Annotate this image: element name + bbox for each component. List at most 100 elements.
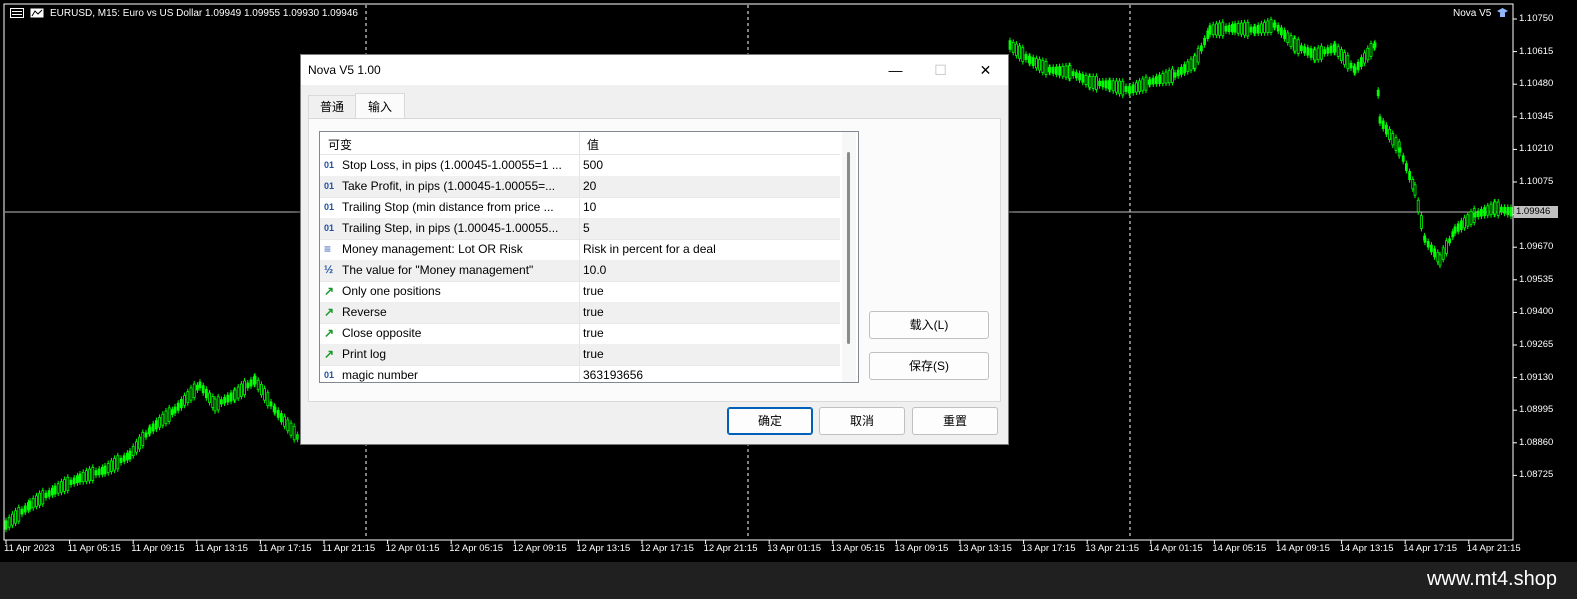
input-row[interactable]: 01 Trailing Stop (min distance from price… — [320, 197, 840, 219]
candle-body — [1333, 43, 1337, 53]
candle-body — [1028, 56, 1032, 64]
candle-body — [1316, 47, 1320, 61]
input-name: Money management: Lot OR Risk — [342, 242, 523, 256]
integer-type-icon: 01 — [324, 202, 335, 212]
cancel-button[interactable]: 取消 — [819, 407, 905, 435]
candle-body — [1306, 47, 1310, 56]
input-row[interactable]: ↗ Reverse true — [320, 302, 840, 324]
input-name: Only one positions — [342, 284, 441, 298]
ea-label[interactable]: Nova V5 — [1453, 8, 1491, 19]
save-button[interactable]: 保存(S) — [869, 352, 989, 380]
input-row[interactable]: ↗ Print log true — [320, 344, 840, 366]
input-value[interactable]: true — [583, 347, 604, 361]
double-type-icon: ½ — [324, 264, 334, 276]
input-row[interactable]: ½ The value for "Money management" 10.0 — [320, 260, 840, 282]
candle-body — [204, 388, 208, 399]
candle-body — [1233, 23, 1237, 33]
candle-body — [78, 473, 82, 483]
input-value[interactable]: true — [583, 326, 604, 340]
candle-body — [283, 416, 287, 427]
tab-common[interactable]: 普通 — [308, 95, 356, 119]
vertical-scrollbar[interactable] — [842, 132, 856, 382]
close-button[interactable]: ✕ — [963, 55, 1008, 85]
input-value[interactable]: 10.0 — [583, 263, 606, 277]
input-name: The value for "Money management" — [342, 263, 534, 277]
candle-body — [192, 383, 196, 398]
candle-body — [223, 396, 227, 404]
chart-type-icon[interactable] — [30, 8, 44, 21]
expert-hat-icon[interactable] — [1496, 7, 1509, 22]
dialog-titlebar[interactable]: Nova V5 1.00 — ☐ ✕ — [301, 55, 1008, 85]
input-value[interactable]: true — [583, 284, 604, 298]
candle-body — [1303, 46, 1306, 54]
input-value[interactable]: Risk in percent for a deal — [583, 242, 716, 256]
input-row[interactable]: 01 Stop Loss, in pips (1.00045-1.00055=1 … — [320, 155, 840, 177]
ok-button[interactable]: 确定 — [727, 407, 813, 435]
input-value[interactable]: 500 — [583, 158, 603, 172]
candle-body — [1363, 52, 1366, 64]
time-tick-label: 14 Apr 17:15 — [1403, 543, 1458, 554]
integer-type-icon: 01 — [324, 160, 335, 170]
time-tick-label: 12 Apr 21:15 — [703, 543, 758, 554]
input-value[interactable]: 5 — [583, 221, 590, 235]
candle-body — [41, 490, 45, 505]
candle-body — [138, 436, 142, 450]
price-tick-label: 1.08995 — [1519, 404, 1554, 416]
candle-body — [1224, 25, 1228, 32]
candle-body — [229, 392, 233, 402]
inputs-grid[interactable]: 可变 值 01 Stop Loss, in pips (1.00045-1.000… — [319, 131, 859, 383]
column-header-value[interactable]: 值 — [587, 136, 599, 153]
bool-type-icon: ↗ — [324, 284, 335, 298]
load-button[interactable]: 载入(L) — [869, 311, 989, 339]
symbol-menu-icon[interactable] — [10, 8, 24, 21]
candle-body — [1240, 22, 1243, 35]
candle-body — [1108, 80, 1112, 90]
candle-body — [1296, 39, 1300, 54]
input-value[interactable]: 20 — [583, 179, 596, 193]
input-value[interactable]: true — [583, 305, 604, 319]
input-value[interactable]: 363193656 — [583, 368, 643, 382]
time-tick-label: 11 Apr 21:15 — [322, 543, 376, 554]
input-row[interactable]: 01 magic number 363193656 — [320, 365, 840, 382]
candle-body — [1394, 137, 1398, 151]
candle-body — [1441, 247, 1445, 260]
time-tick-label: 14 Apr 21:15 — [1466, 543, 1521, 554]
time-tick-label: 11 Apr 09:15 — [131, 543, 185, 554]
candle-body — [1323, 49, 1326, 55]
price-tick-label: 1.09265 — [1519, 339, 1554, 350]
candle-body — [239, 383, 243, 397]
input-row[interactable]: ≡ Money management: Lot OR Risk Risk in pe… — [320, 239, 840, 261]
candle-body — [103, 465, 107, 475]
time-tick-label: 11 Apr 17:15 — [258, 543, 312, 554]
candle-body — [1309, 48, 1313, 58]
scrollbar-thumb[interactable] — [847, 152, 850, 344]
reset-button[interactable]: 重置 — [912, 407, 998, 435]
candle-body — [295, 434, 299, 440]
input-row[interactable]: 01 Trailing Step, in pips (1.00045-1.0005… — [320, 218, 840, 240]
candle-body — [1104, 80, 1108, 89]
minimize-button[interactable]: — — [873, 55, 918, 85]
time-tick-label: 13 Apr 13:15 — [958, 543, 1012, 554]
footer-bar: www.mt4.shop — [0, 562, 1577, 599]
input-row[interactable]: 01 Take Profit, in pips (1.00045-1.00055=… — [320, 176, 840, 198]
candle-body — [1064, 65, 1068, 78]
candle-body — [1411, 179, 1415, 190]
candle-body — [1088, 76, 1092, 88]
column-header-variable[interactable]: 可变 — [328, 136, 352, 153]
bool-type-icon: ↗ — [324, 347, 335, 361]
input-row[interactable]: ↗ Only one positions true — [320, 281, 840, 303]
candle-body — [1024, 54, 1028, 60]
candle-body — [1430, 244, 1433, 253]
candle-body — [1048, 67, 1052, 73]
tab-inputs[interactable]: 输入 — [355, 93, 405, 121]
price-tick-label: 1.08725 — [1519, 469, 1554, 481]
candle-body — [1078, 73, 1081, 81]
candle-body — [1391, 133, 1395, 146]
input-row[interactable]: ↗ Close opposite true — [320, 323, 840, 345]
candle-body — [106, 463, 110, 474]
candle-body — [256, 379, 260, 390]
time-tick-label: 14 Apr 13:15 — [1339, 543, 1394, 554]
input-value[interactable]: 10 — [583, 200, 596, 214]
maximize-button[interactable]: ☐ — [918, 55, 963, 85]
candle-body — [35, 495, 38, 507]
